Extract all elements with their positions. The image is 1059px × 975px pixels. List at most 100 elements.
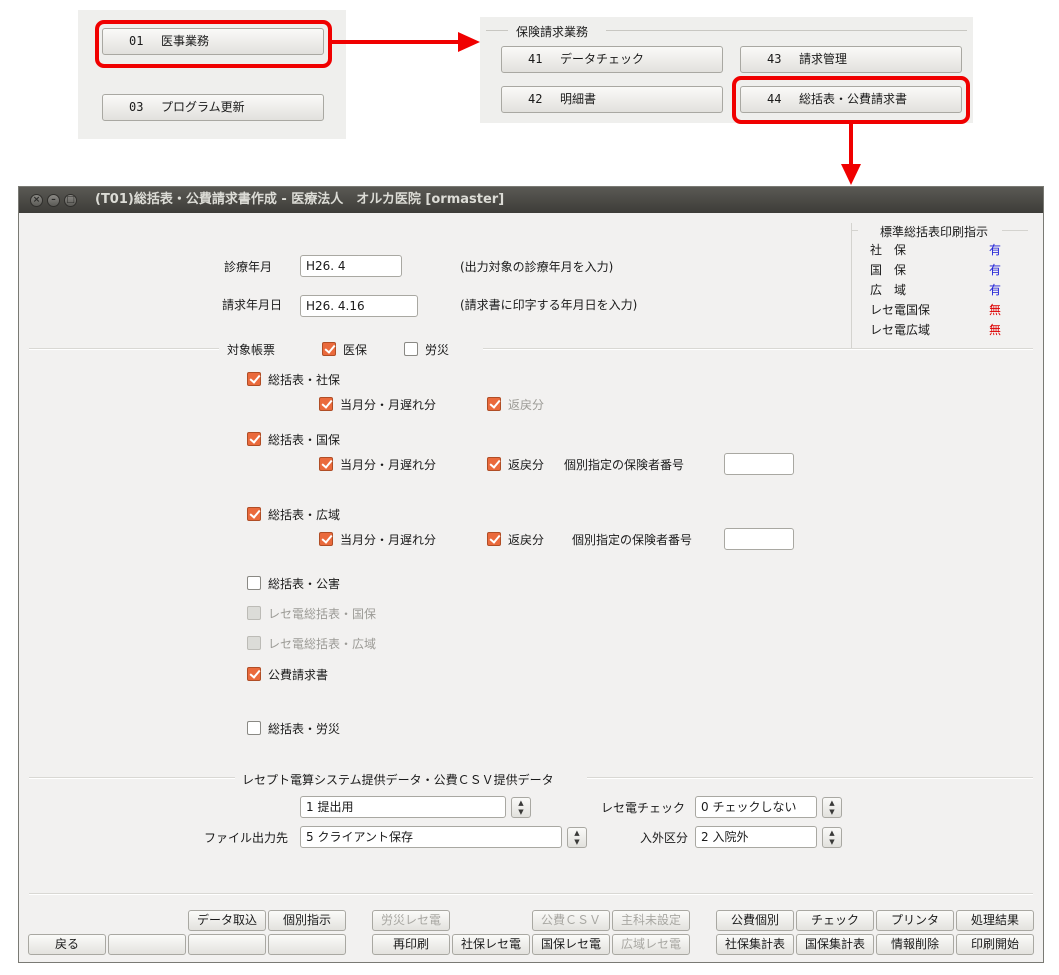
checkbox-rece-kokuho-label: レセ電総括表・国保 <box>268 607 377 621</box>
check-button[interactable]: チェック <box>796 910 874 931</box>
kokuho-rece-button[interactable]: 国保レセ電 <box>532 934 610 955</box>
checkbox-kokuho-current[interactable] <box>319 457 333 471</box>
koiki-insurer-input[interactable] <box>724 528 794 550</box>
nyugai-spinner[interactable]: ▲ ▼ <box>822 827 842 848</box>
window-title: (T01)総括表・公費請求書作成 - 医療法人 オルカ医院 [ormaster] <box>95 192 505 207</box>
shaho-total-button[interactable]: 社保集計表 <box>716 934 794 955</box>
seikyu-hint: (請求書に印字する年月日を入力) <box>460 298 638 312</box>
kohi-csv-button[interactable]: 公費ＣＳＶ <box>532 910 610 931</box>
separator <box>587 777 1033 779</box>
std-value-rece-koiki: 無 <box>989 323 1002 337</box>
separator <box>483 348 1033 350</box>
checkbox-kokuho-label: 総括表・国保 <box>268 433 341 447</box>
shinryo-label: 診療年月 <box>224 260 273 274</box>
checkbox-rosai-summary[interactable] <box>247 721 261 735</box>
checkbox-kokuho-return[interactable] <box>487 457 501 471</box>
kokuho-insurer-input[interactable] <box>724 453 794 475</box>
checkbox-shaho-label: 総括表・社保 <box>268 373 341 387</box>
arrow-right-icon <box>330 32 480 52</box>
file-output-spinner[interactable]: ▲ ▼ <box>567 827 587 848</box>
rece-check-label: レセ電チェック <box>601 801 686 815</box>
checkbox-kokuho-current-label: 当月分・月遅れ分 <box>340 458 437 472</box>
checkbox-koiki-label: 総括表・広域 <box>268 508 341 522</box>
rece-check-spinner[interactable]: ▲ ▼ <box>822 797 842 818</box>
submit-select-spinner[interactable]: ▲ ▼ <box>511 797 531 818</box>
window-titlebar[interactable]: × – □ (T01)総括表・公費請求書作成 - 医療法人 オルカ医院 [orm… <box>19 187 1043 213</box>
back-button[interactable]: 戻る <box>28 934 106 955</box>
std-label-koiki: 広 域 <box>870 283 907 297</box>
std-label-rece-kokuho: レセ電国保 <box>870 303 931 317</box>
std-value-kokuho: 有 <box>989 263 1002 277</box>
standard-panel-frame <box>1002 230 1028 231</box>
rece-check-select[interactable]: 0 チェックしない <box>695 796 817 818</box>
checkbox-rece-koiki <box>247 636 261 650</box>
empty-button[interactable] <box>108 934 186 955</box>
kokuho-total-button[interactable]: 国保集計表 <box>796 934 874 955</box>
empty-button[interactable] <box>268 934 346 955</box>
info-delete-button[interactable]: 情報削除 <box>876 934 954 955</box>
koiki-rece-button[interactable]: 広域レセ電 <box>612 934 690 955</box>
checkbox-shaho[interactable] <box>247 372 261 386</box>
checkbox-rece-koiki-label: レセ電総括表・広域 <box>268 637 377 651</box>
checkbox-kogai[interactable] <box>247 576 261 590</box>
menu-button-41[interactable]: 41 データチェック <box>501 46 723 73</box>
menu-button-number: 41 <box>528 52 543 66</box>
menu-button-label: プログラム更新 <box>161 100 245 114</box>
menu-button-label: 明細書 <box>560 92 597 106</box>
nyugai-select[interactable]: 2 入院外 <box>695 826 817 848</box>
printer-button[interactable]: プリンタ <box>876 910 954 931</box>
checkbox-rosai[interactable] <box>404 342 418 356</box>
standard-panel: 標準総括表印刷指示 社 保 有 国 保 有 広 域 有 レセ電国保 無 レセ電広… <box>851 223 1028 349</box>
result-button[interactable]: 処理結果 <box>956 910 1034 931</box>
minimize-icon[interactable]: – <box>47 194 60 207</box>
checkbox-rosai-label: 労災 <box>425 343 450 357</box>
csv-section-title: レセプト電算システム提供データ・公費ＣＳＶ提供データ <box>242 773 554 787</box>
menu-button-number: 42 <box>528 92 543 106</box>
file-output-select[interactable]: 5 クライアント保存 <box>300 826 562 848</box>
checkbox-koiki-return-label: 返戻分 <box>508 533 545 547</box>
separator <box>29 777 235 779</box>
checkbox-shaho-return[interactable] <box>487 397 501 411</box>
checkbox-shaho-return-label: 返戻分 <box>508 398 545 412</box>
reprint-button[interactable]: 再印刷 <box>372 934 450 955</box>
main-window: × – □ (T01)総括表・公費請求書作成 - 医療法人 オルカ医院 [orm… <box>18 186 1044 963</box>
checkbox-kogai-label: 総括表・公害 <box>268 577 341 591</box>
file-output-label: ファイル出力先 <box>204 831 289 845</box>
checkbox-kokuho[interactable] <box>247 432 261 446</box>
shinryo-input[interactable]: H26. 4 <box>300 255 402 277</box>
checkbox-koiki-current-label: 当月分・月遅れ分 <box>340 533 437 547</box>
menu-button-42[interactable]: 42 明細書 <box>501 86 723 113</box>
checkbox-kohi[interactable] <box>247 667 261 681</box>
checkbox-shaho-current-label: 当月分・月遅れ分 <box>340 398 437 412</box>
individual-button[interactable]: 個別指示 <box>268 910 346 931</box>
kokuho-insurer-label: 個別指定の保険者番号 <box>564 458 685 472</box>
checkbox-kokuho-return-label: 返戻分 <box>508 458 545 472</box>
empty-button[interactable] <box>188 934 266 955</box>
kohi-kobetsu-button[interactable]: 公費個別 <box>716 910 794 931</box>
seikyu-input[interactable]: H26. 4.16 <box>300 295 418 317</box>
std-label-kokuho: 国 保 <box>870 263 907 277</box>
menu-button-03[interactable]: 03 プログラム更新 <box>102 94 324 121</box>
menu-button-43[interactable]: 43 請求管理 <box>740 46 962 73</box>
shuka-setting-button[interactable]: 主科未設定 <box>612 910 690 931</box>
submit-select[interactable]: 1 提出用 <box>300 796 506 818</box>
checkbox-koiki[interactable] <box>247 507 261 521</box>
separator <box>29 348 219 350</box>
rosai-rece-button[interactable]: 労災レセ電 <box>372 910 450 931</box>
checkbox-koiki-current[interactable] <box>319 532 333 546</box>
group-frame <box>486 30 508 31</box>
close-icon[interactable]: × <box>30 194 43 207</box>
checkbox-rosai-summary-label: 総括表・労災 <box>268 722 341 736</box>
data-import-button[interactable]: データ取込 <box>188 910 266 931</box>
shaho-rece-button[interactable]: 社保レセ電 <box>452 934 530 955</box>
std-label-rece-koiki: レセ電広域 <box>870 323 931 337</box>
checkbox-kohi-label: 公費請求書 <box>268 668 329 682</box>
checkbox-shaho-current[interactable] <box>319 397 333 411</box>
print-start-button[interactable]: 印刷開始 <box>956 934 1034 955</box>
checkbox-koiki-return[interactable] <box>487 532 501 546</box>
maximize-icon[interactable]: □ <box>64 194 77 207</box>
checkbox-iho[interactable] <box>322 342 336 356</box>
checkbox-iho-label: 医保 <box>343 343 368 357</box>
highlight-box-44 <box>732 76 970 124</box>
menu-button-label: 請求管理 <box>799 52 848 66</box>
